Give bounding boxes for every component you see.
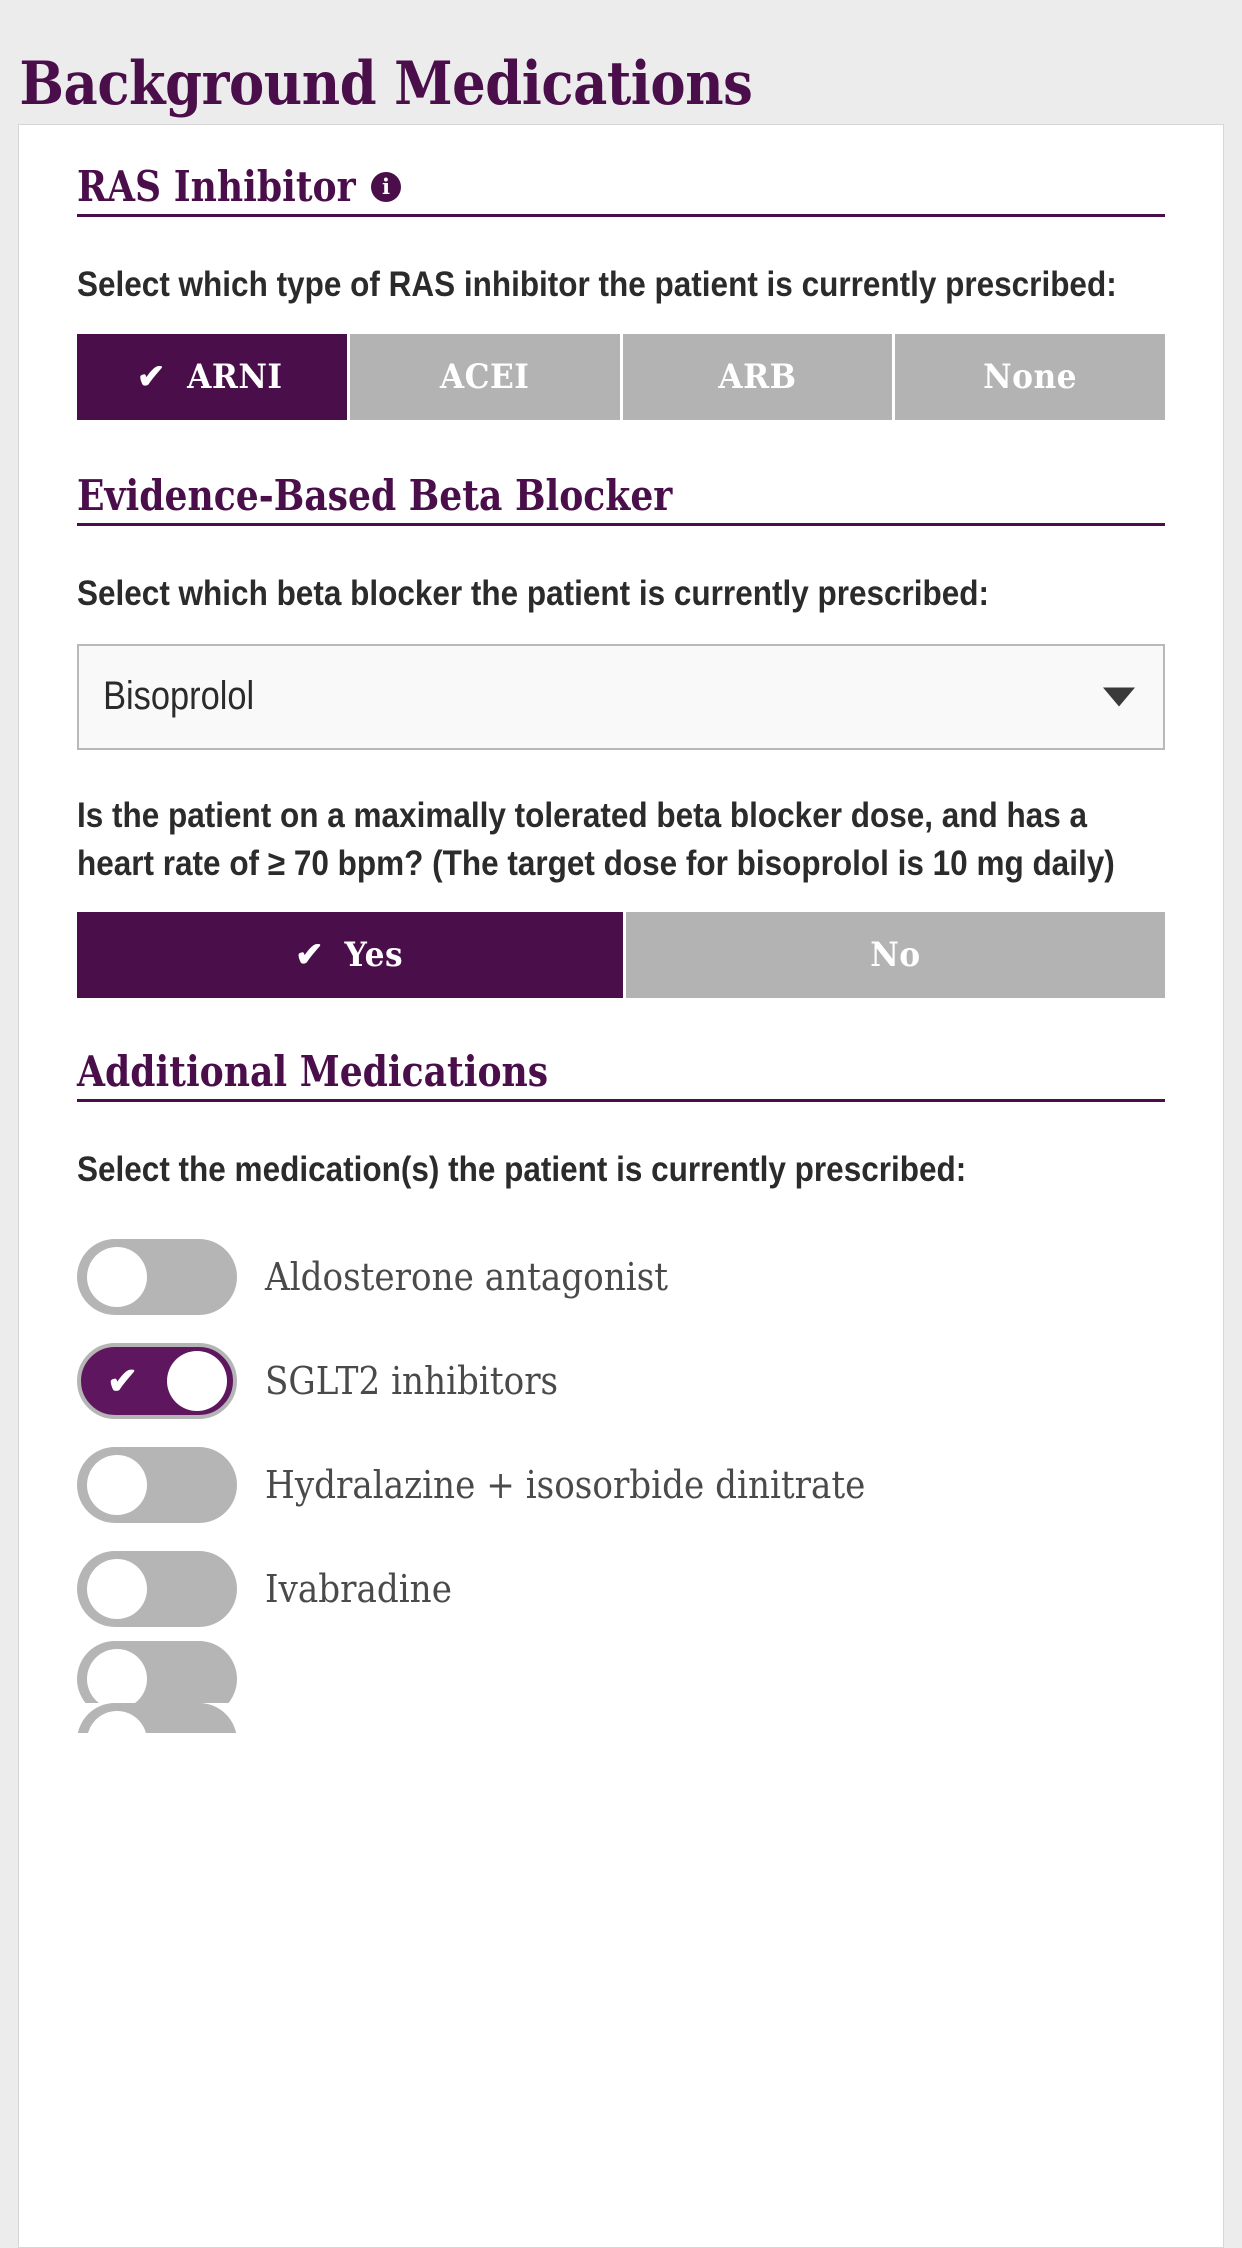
toggle-aldosterone-antagonist[interactable]: ✔ [77, 1238, 237, 1315]
ras-option-acei-label: ACEI [439, 356, 530, 397]
additional-medications-toggle-list: ✔ Aldosterone antagonist ✔ SGLT2 inhibit… [77, 1225, 1165, 1733]
list-item: ✔ Hydralazine + isosorbide dinitrate [77, 1433, 1165, 1537]
section-header-beta-blocker: Evidence-Based Beta Blocker [77, 470, 1165, 526]
ras-option-none[interactable]: None [895, 333, 1165, 420]
ras-option-arb[interactable]: ARB [622, 333, 893, 420]
toggle-knob [87, 1454, 147, 1515]
list-item: ✔ SGLT2 inhibitors [77, 1329, 1165, 1433]
prompt-beta-blocker: Select which beta blocker the patient is… [77, 573, 990, 613]
prompt-additional-medications: Select the medication(s) the patient is … [77, 1150, 967, 1190]
page-title: Background Medications [19, 49, 753, 120]
toggle-sglt2-inhibitors[interactable]: ✔ [77, 1342, 237, 1419]
form-card: RAS Inhibitor i Select which type of RAS… [18, 124, 1224, 2248]
toggle-label-ivabradine: Ivabradine [265, 1566, 452, 1611]
section-header-ras-inhibitor: RAS Inhibitor i [77, 162, 1165, 218]
dose-option-no-label: No [870, 935, 921, 976]
list-item: ✔ Ivabradine [77, 1537, 1165, 1641]
dose-option-yes[interactable]: ✔ Yes [77, 912, 624, 999]
toggle-label-sglt2-inhibitors: SGLT2 inhibitors [265, 1358, 559, 1403]
check-icon: ✔ [136, 357, 166, 396]
toggle-partial-5[interactable] [77, 1640, 237, 1703]
section-title-ras-inhibitor: RAS Inhibitor [77, 162, 356, 212]
prompt-ras-inhibitor: Select which type of RAS inhibitor the p… [77, 265, 1117, 305]
ras-option-acei[interactable]: ACEI [349, 333, 620, 420]
button-group-ras-inhibitor: ✔ ARNI ACEI ARB None [77, 333, 1165, 420]
toggle-partial-6[interactable] [77, 1702, 237, 1733]
toggle-label-hydralazine-isosorbide-dinitrate: Hydralazine + isosorbide dinitrate [265, 1462, 866, 1507]
toggle-knob [167, 1350, 227, 1411]
prompt-beta-blocker-dose: Is the patient on a maximally tolerated … [77, 795, 1115, 884]
toggle-knob [87, 1246, 147, 1307]
toggle-label-aldosterone-antagonist: Aldosterone antagonist [265, 1254, 669, 1299]
dose-option-no[interactable]: No [626, 912, 1165, 999]
section-header-additional-medications: Additional Medications [77, 1047, 1165, 1103]
toggle-hydralazine-isosorbide-dinitrate[interactable]: ✔ [77, 1446, 237, 1523]
toggle-knob [87, 1710, 147, 1733]
button-group-beta-blocker-dose: ✔ Yes No [77, 912, 1165, 999]
chevron-down-icon [1103, 687, 1135, 707]
list-item: ✔ Aldosterone antagonist [77, 1225, 1165, 1329]
toggle-knob [87, 1648, 147, 1703]
beta-blocker-select[interactable]: Bisoprolol [77, 643, 1165, 750]
toggle-knob [87, 1558, 147, 1619]
beta-blocker-select-value: Bisoprolol [103, 674, 255, 719]
ras-option-arb-label: ARB [718, 356, 797, 397]
check-icon: ✔ [295, 936, 324, 975]
info-icon[interactable]: i [370, 171, 401, 202]
dose-option-yes-label: Yes [344, 935, 403, 976]
list-item [77, 1640, 1165, 1703]
list-item [77, 1702, 1165, 1733]
ras-option-arni-label: ARNI [187, 356, 283, 397]
background-medications-page: Background Medications RAS Inhibitor i S… [0, 40, 1242, 2248]
section-title-beta-blocker: Evidence-Based Beta Blocker [77, 470, 673, 520]
section-title-additional-medications: Additional Medications [77, 1047, 549, 1097]
ras-option-none-label: None [983, 356, 1078, 397]
ras-option-arni[interactable]: ✔ ARNI [77, 333, 347, 420]
check-icon: ✔ [107, 1360, 139, 1402]
toggle-ivabradine[interactable]: ✔ [77, 1550, 237, 1627]
